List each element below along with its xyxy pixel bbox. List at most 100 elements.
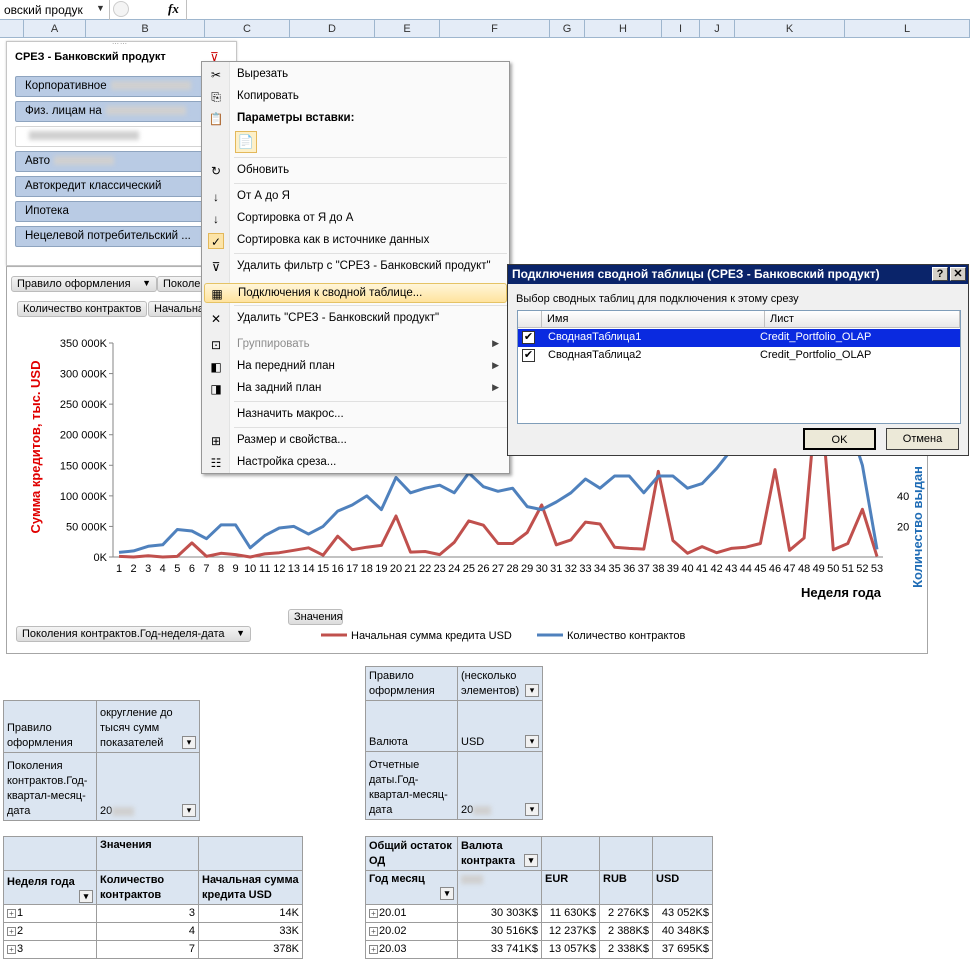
pivot-connections-dialog[interactable]: Подключения сводной таблицы (СРЕЗ - Банк… xyxy=(507,264,969,456)
sum-cell[interactable]: 378K xyxy=(198,940,303,959)
value-cell[interactable]: 11 630K$ xyxy=(541,904,600,923)
row-key-cell[interactable]: +2 xyxy=(3,922,97,941)
row-key-cell[interactable]: +20.02 xyxy=(365,922,458,941)
value-cell[interactable]: 37 695K$ xyxy=(652,940,713,959)
value-cell[interactable]: 43 052K$ xyxy=(652,904,713,923)
select-all-corner[interactable] xyxy=(0,20,24,38)
cancel-button[interactable]: Отмена xyxy=(886,428,959,450)
expand-icon[interactable]: + xyxy=(369,927,378,936)
filter-value-cell[interactable]: USD ▾ xyxy=(457,700,543,752)
menu-item[interactable]: ◨ На задний план ▶ xyxy=(204,379,507,399)
column-header-c[interactable]: C xyxy=(205,20,290,38)
count-cell[interactable]: 3 xyxy=(96,904,199,923)
menu-item[interactable]: Назначить макрос... xyxy=(204,405,507,425)
paste-option-icon[interactable]: 📄 xyxy=(235,131,257,153)
menu-item[interactable]: ↻ Обновить xyxy=(204,161,507,181)
slicer-item[interactable]: Авто xyxy=(15,151,218,172)
filter-dropdown-icon[interactable]: ▾ xyxy=(524,854,538,867)
help-button[interactable]: ? xyxy=(932,267,948,281)
checkbox[interactable]: ✔ xyxy=(522,349,535,362)
rule-filter-button[interactable]: Правило оформления ▼ xyxy=(11,276,157,292)
expand-icon[interactable]: + xyxy=(7,945,16,954)
row-key-cell[interactable]: +3 xyxy=(3,940,97,959)
slicer-item[interactable] xyxy=(15,126,218,147)
slicer-item[interactable]: Физ. лицам на xyxy=(15,101,218,122)
col-field-cell[interactable]: Валюта контракта ▾ xyxy=(457,836,542,871)
close-button[interactable]: ✕ xyxy=(950,267,966,281)
expand-icon[interactable]: + xyxy=(369,945,378,954)
fx-icon[interactable]: fx xyxy=(168,1,179,17)
value-cell[interactable]: 13 057K$ xyxy=(541,940,600,959)
menu-item[interactable]: ⎘ Копировать xyxy=(204,87,507,107)
values-button[interactable]: Значения xyxy=(288,609,343,625)
column-header-f[interactable]: F xyxy=(440,20,550,38)
pivot-list-row[interactable]: ✔ СводнаяТаблица2 Credit_Portfolio_OLAP xyxy=(518,347,960,365)
menu-item[interactable]: 📋 Параметры вставки: xyxy=(204,109,507,129)
menu-item[interactable]: ✕ Удалить "СРЕЗ - Банковский продукт" xyxy=(204,309,507,329)
drag-handle-icon[interactable]: ⋯⋯ xyxy=(112,40,128,48)
column-header-j[interactable]: J xyxy=(700,20,735,38)
filter-dropdown-icon[interactable]: ▾ xyxy=(525,735,539,748)
count-value-button[interactable]: Количество контрактов xyxy=(17,301,147,317)
row-key-cell[interactable]: +20.01 xyxy=(365,904,458,923)
column-header-h[interactable]: H xyxy=(585,20,662,38)
row-field-cell[interactable]: Год месяц ▾ xyxy=(365,870,458,905)
expand-icon[interactable]: + xyxy=(7,927,16,936)
expand-icon[interactable]: + xyxy=(369,909,378,918)
menu-item[interactable]: ☷ Настройка среза... xyxy=(204,453,507,473)
row-field-cell[interactable]: Неделя года ▾ xyxy=(3,870,97,905)
axis-field-button[interactable]: Поколения контрактов.Год-неделя-дата ▼ xyxy=(16,626,251,642)
value-cell[interactable]: 40 348K$ xyxy=(652,922,713,941)
column-header-i[interactable]: I xyxy=(662,20,700,38)
column-header-e[interactable]: E xyxy=(375,20,440,38)
list-header-name[interactable]: Имя xyxy=(542,311,765,328)
menu-item[interactable]: ⊽ Удалить фильтр с "СРЕЗ - Банковский про… xyxy=(204,257,507,277)
filter-value-cell[interactable]: 20 ▾ xyxy=(457,751,543,820)
pivot-list[interactable]: Имя Лист ✔ СводнаяТаблица1 Credit_Portfoli… xyxy=(517,310,961,424)
column-header-b[interactable]: B xyxy=(86,20,205,38)
pivot-list-row[interactable]: ✔ СводнаяТаблица1 Credit_Portfolio_OLAP xyxy=(518,329,960,347)
filter-value-cell[interactable]: 20 ▾ xyxy=(96,752,200,821)
sum-cell[interactable]: 14K xyxy=(198,904,303,923)
filter-dropdown-icon[interactable]: ▾ xyxy=(525,803,539,816)
filter-dropdown-icon[interactable]: ▾ xyxy=(525,684,539,697)
context-menu[interactable]: ✂ Вырезать ⎘ Копировать 📋 Параметры вставки: ↻… xyxy=(201,61,510,474)
expand-icon[interactable]: + xyxy=(7,909,16,918)
filter-value-cell[interactable]: (несколько элементов) ▾ xyxy=(457,666,543,701)
gen-filter-button[interactable]: Поколе xyxy=(157,276,207,292)
start-value-button[interactable]: Начальна xyxy=(148,301,204,317)
chevron-down-icon[interactable]: ▼ xyxy=(96,3,105,13)
list-header-sheet[interactable]: Лист xyxy=(765,311,960,328)
filter-dropdown-icon[interactable]: ▾ xyxy=(440,887,454,900)
column-header-g[interactable]: G xyxy=(550,20,585,38)
slicer-item[interactable]: Автокредит классический xyxy=(15,176,218,197)
menu-item[interactable]: ▦ Подключения к сводной таблице... xyxy=(204,283,507,303)
column-header-l[interactable]: L xyxy=(845,20,970,38)
column-header-a[interactable]: A xyxy=(24,20,86,38)
count-cell[interactable]: 4 xyxy=(96,922,199,941)
value-cell[interactable]: 30 516K$ xyxy=(457,922,542,941)
count-cell[interactable]: 7 xyxy=(96,940,199,959)
filter-dropdown-icon[interactable]: ▾ xyxy=(182,804,196,817)
value-cell[interactable]: 2 388K$ xyxy=(599,922,653,941)
menu-item[interactable]: ✂ Вырезать xyxy=(204,65,507,85)
row-key-cell[interactable]: +1 xyxy=(3,904,97,923)
filter-value-cell[interactable]: округление до тысяч сумм показателей ▾ xyxy=(96,700,200,753)
ok-button[interactable]: OK xyxy=(803,428,876,450)
column-header-d[interactable]: D xyxy=(290,20,375,38)
row-key-cell[interactable]: +20.03 xyxy=(365,940,458,959)
menu-item[interactable]: ↓ Сортировка от Я до А xyxy=(204,209,507,229)
menu-item[interactable]: ✓ Сортировка как в источнике данных xyxy=(204,231,507,251)
column-header-k[interactable]: K xyxy=(735,20,845,38)
sum-cell[interactable]: 33K xyxy=(198,922,303,941)
menu-item[interactable]: ◧ На передний план ▶ xyxy=(204,357,507,377)
value-cell[interactable]: 2 338K$ xyxy=(599,940,653,959)
filter-dropdown-icon[interactable]: ▾ xyxy=(182,736,196,749)
name-box[interactable]: овский продук xyxy=(0,0,110,20)
checkbox[interactable]: ✔ xyxy=(522,331,535,344)
value-cell[interactable]: 2 276K$ xyxy=(599,904,653,923)
menu-item[interactable]: ↓ От А до Я xyxy=(204,187,507,207)
slicer-item[interactable]: Ипотека xyxy=(15,201,218,222)
slicer-item[interactable]: Нецелевой потребительский ... xyxy=(15,226,218,247)
value-cell[interactable]: 33 741K$ xyxy=(457,940,542,959)
